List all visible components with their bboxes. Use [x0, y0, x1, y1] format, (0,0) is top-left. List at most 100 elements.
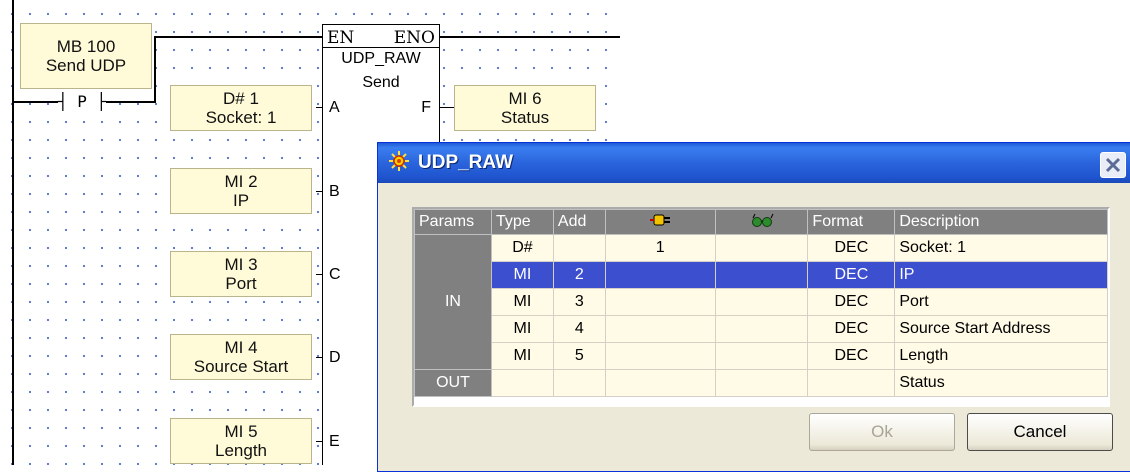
- operand-port[interactable]: MI 3 Port: [170, 251, 312, 297]
- cell-format[interactable]: DEC: [807, 315, 896, 343]
- cell-watch[interactable]: [714, 288, 809, 316]
- cell-value[interactable]: [604, 261, 716, 289]
- cell-description[interactable]: Port: [894, 288, 1108, 316]
- pin-f: F: [421, 99, 431, 116]
- cell-description[interactable]: Length: [894, 342, 1108, 370]
- table-row[interactable]: MI 5 DEC Length: [415, 342, 1108, 370]
- cell-type[interactable]: [490, 369, 554, 397]
- glasses-icon: [751, 213, 773, 227]
- cell-type[interactable]: MI: [490, 261, 554, 289]
- cell-add[interactable]: 4: [552, 315, 606, 343]
- pin-tick: [316, 191, 322, 192]
- operand-description: Length: [215, 441, 267, 460]
- params-group-in: IN: [414, 234, 492, 370]
- column-header-description[interactable]: Description: [894, 209, 1108, 235]
- pin-b: B: [329, 183, 340, 200]
- cell-value[interactable]: [604, 288, 716, 316]
- column-header-params[interactable]: Params: [414, 209, 492, 235]
- header-divider: [323, 47, 439, 48]
- eno-pin: ENO: [393, 28, 435, 48]
- rung-wire: [154, 36, 322, 38]
- operand-description: IP: [232, 191, 250, 210]
- column-header-type[interactable]: Type: [490, 209, 554, 235]
- dialog-titlebar[interactable]: UDP_RAW: [378, 143, 1130, 183]
- column-header-format[interactable]: Format: [807, 209, 896, 235]
- column-header-value[interactable]: [604, 209, 716, 235]
- cell-type[interactable]: MI: [490, 342, 554, 370]
- cell-watch[interactable]: [714, 315, 809, 343]
- operand-address: MI 2: [224, 172, 258, 191]
- cell-description[interactable]: IP: [894, 261, 1108, 289]
- pin-e: E: [329, 433, 340, 450]
- operand-status[interactable]: MI 6 Status: [454, 85, 596, 131]
- cell-value[interactable]: [604, 369, 716, 397]
- rung-wire: [14, 101, 62, 103]
- table-row[interactable]: MI 3 DEC Port: [415, 288, 1108, 316]
- plug-icon: [650, 214, 671, 225]
- contact-label: P: [77, 92, 87, 111]
- cell-format[interactable]: [807, 369, 896, 397]
- operand-source-start[interactable]: MI 4 Source Start: [170, 334, 312, 380]
- operand-ip[interactable]: MI 2 IP: [170, 168, 312, 214]
- cell-watch[interactable]: [714, 369, 809, 397]
- rung-wire: [104, 101, 156, 103]
- table-row-selected[interactable]: MI 2 DEC IP: [415, 261, 1108, 289]
- cell-description[interactable]: Source Start Address: [894, 315, 1108, 343]
- operand-address: MB 100: [56, 37, 116, 56]
- sun-icon: [389, 151, 409, 171]
- close-button[interactable]: [1100, 152, 1126, 178]
- operand-socket[interactable]: D# 1 Socket: 1: [170, 85, 312, 131]
- operand-address: MI 6: [508, 89, 542, 108]
- cell-add[interactable]: [552, 234, 606, 262]
- cell-type[interactable]: D#: [490, 234, 554, 262]
- operand-length[interactable]: MI 5 Length: [170, 418, 312, 464]
- operand-description: Send UDP: [45, 56, 127, 75]
- cell-value[interactable]: 1: [604, 234, 716, 262]
- cell-add[interactable]: 3: [552, 288, 606, 316]
- operand-address: D# 1: [223, 89, 259, 108]
- pin-tick: [316, 107, 322, 108]
- cell-add[interactable]: [552, 369, 606, 397]
- table-header-row: Params Type Add Format Description: [414, 209, 1108, 235]
- positive-transition-contact[interactable]: ┤ P ├: [58, 92, 107, 111]
- table-row[interactable]: IN D# 1 DEC Socket: 1: [414, 234, 1108, 370]
- cell-description[interactable]: Status: [894, 369, 1108, 397]
- params-table: Params Type Add Format Description IN D#…: [414, 209, 1108, 397]
- cell-type[interactable]: MI: [490, 315, 554, 343]
- params-table-container[interactable]: Params Type Add Format Description IN D#…: [412, 207, 1110, 407]
- cell-add[interactable]: 5: [552, 342, 606, 370]
- cell-format[interactable]: DEC: [807, 234, 896, 262]
- cell-format[interactable]: DEC: [807, 288, 896, 316]
- en-pin: EN: [327, 28, 355, 48]
- power-rail: [12, 0, 14, 465]
- table-row[interactable]: OUT Status: [414, 369, 1108, 397]
- cell-watch[interactable]: [714, 234, 809, 262]
- block-name: UDP_RAW: [341, 50, 421, 67]
- operand-address: MI 5: [224, 422, 258, 441]
- params-group-out: OUT: [414, 369, 492, 397]
- udp-raw-dialog[interactable]: UDP_RAW Params Type Add Format Descripti…: [377, 142, 1130, 472]
- rung-wire: [154, 36, 156, 103]
- close-icon: [1105, 157, 1121, 173]
- cell-watch[interactable]: [714, 261, 809, 289]
- column-header-watch[interactable]: [714, 209, 809, 235]
- pin-a: A: [329, 99, 340, 116]
- operand-mb100[interactable]: MB 100 Send UDP: [20, 23, 152, 89]
- cell-value[interactable]: [604, 342, 716, 370]
- cell-description[interactable]: Socket: 1: [894, 234, 1108, 262]
- pin-tick: [316, 441, 322, 442]
- table-row[interactable]: MI 4 DEC Source Start Address: [415, 315, 1108, 343]
- cell-watch[interactable]: [714, 342, 809, 370]
- ok-button[interactable]: Ok: [809, 413, 955, 451]
- pin-tick: [316, 274, 322, 275]
- column-header-add[interactable]: Add: [552, 209, 606, 235]
- cell-type[interactable]: MI: [490, 288, 554, 316]
- cell-value[interactable]: [604, 315, 716, 343]
- cell-format[interactable]: DEC: [807, 261, 896, 289]
- cell-format[interactable]: DEC: [807, 342, 896, 370]
- pin-d: D: [329, 349, 341, 366]
- cell-add[interactable]: 2: [552, 261, 606, 289]
- pin-tick: [316, 357, 322, 358]
- cancel-button[interactable]: Cancel: [967, 413, 1113, 451]
- operand-description: Socket: 1: [205, 108, 277, 127]
